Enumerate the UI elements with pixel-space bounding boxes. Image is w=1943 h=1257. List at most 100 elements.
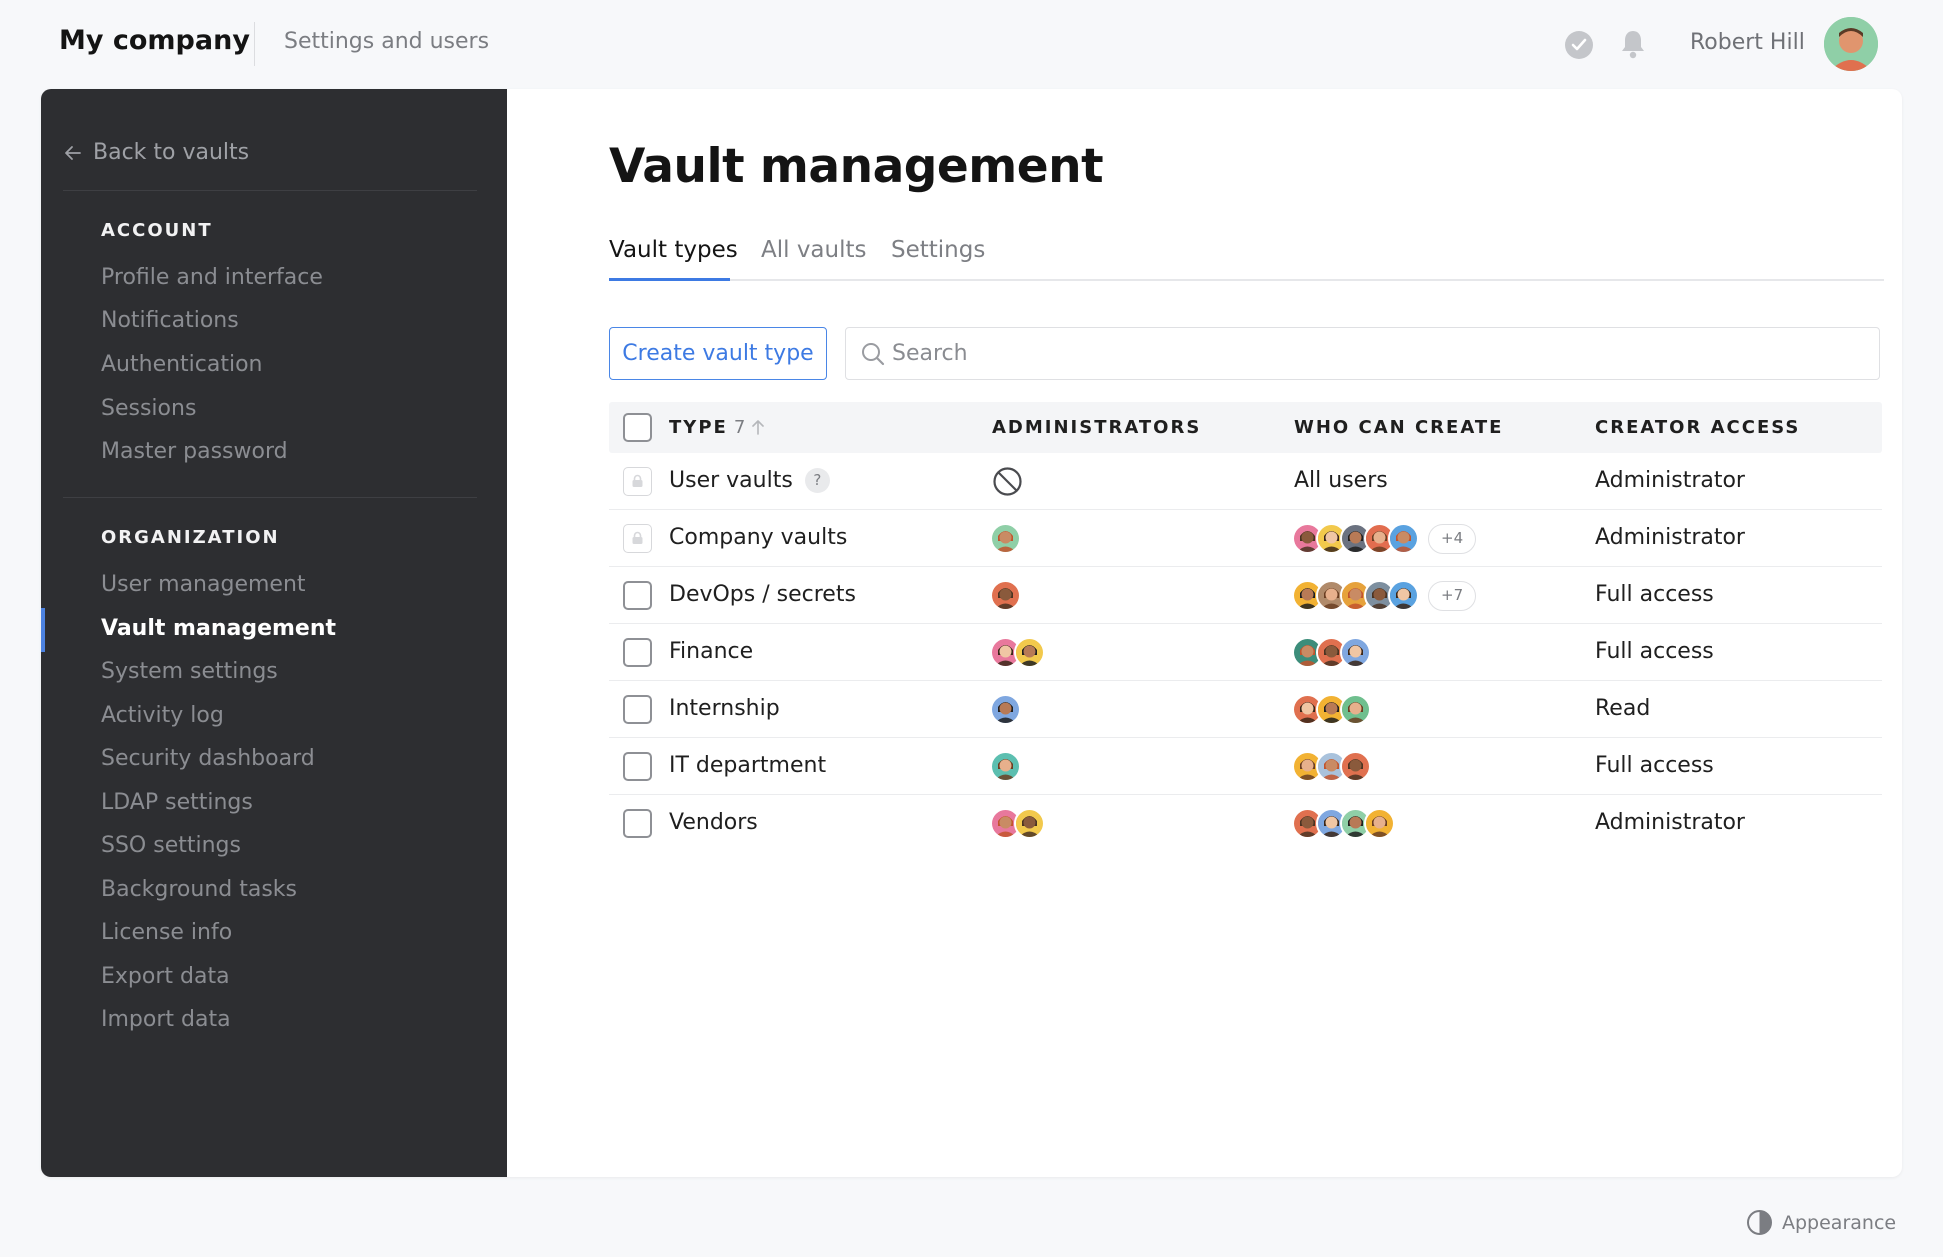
sidebar-item-security-dashboard[interactable]: Security dashboard — [101, 746, 315, 771]
sidebar-item-export-data[interactable]: Export data — [101, 964, 230, 989]
sidebar-item-sessions[interactable]: Sessions — [101, 396, 196, 421]
vault-type-name[interactable]: IT department — [669, 753, 826, 778]
sidebar-item-activity-log[interactable]: Activity log — [101, 703, 224, 728]
tab-vault-types[interactable]: Vault types — [609, 237, 738, 263]
row-checkbox[interactable] — [623, 809, 652, 838]
bell-icon[interactable] — [1619, 28, 1647, 60]
appearance-toggle[interactable]: Appearance — [1746, 1209, 1896, 1236]
creator-access-value: Administrator — [1595, 468, 1745, 493]
sidebar-divider — [63, 497, 477, 498]
admin-avatar[interactable] — [990, 751, 1021, 782]
sidebar-divider — [63, 190, 477, 191]
vault-type-name[interactable]: Company vaults — [669, 525, 847, 550]
back-to-vaults-link[interactable]: Back to vaults — [63, 140, 249, 165]
creators-avatars — [1292, 637, 1371, 668]
admin-avatar[interactable] — [1014, 808, 1045, 839]
creator-access-value: Read — [1595, 696, 1651, 721]
table-row[interactable]: Finance Full access — [609, 624, 1882, 681]
sidebar-item-background-tasks[interactable]: Background tasks — [101, 877, 297, 902]
vault-type-name[interactable]: User vaults? — [669, 468, 830, 493]
create-vault-type-button[interactable]: Create vault type — [609, 327, 827, 380]
creator-avatar[interactable] — [1364, 808, 1395, 839]
vault-type-name[interactable]: Vendors — [669, 810, 758, 835]
active-tab-underline — [609, 278, 730, 281]
checkmark-icon[interactable] — [1565, 31, 1593, 59]
vault-type-label: DevOps / secrets — [669, 582, 856, 607]
column-type-label: TYPE — [669, 417, 728, 438]
creator-access-value: Administrator — [1595, 525, 1745, 550]
row-checkbox[interactable] — [623, 581, 652, 610]
tab-settings[interactable]: Settings — [891, 237, 985, 263]
breadcrumb[interactable]: Settings and users — [284, 29, 489, 54]
table-row[interactable]: Internship Read — [609, 681, 1882, 738]
creator-avatar[interactable] — [1340, 751, 1371, 782]
user-name[interactable]: Robert Hill — [1690, 30, 1805, 55]
column-header-creator-access[interactable]: CREATOR ACCESS — [1595, 417, 1800, 438]
table-row[interactable]: User vaults? All users Administrator — [609, 453, 1882, 510]
sidebar-item-license-info[interactable]: License info — [101, 920, 232, 945]
column-header-type[interactable]: TYPE 7 — [669, 417, 765, 440]
creator-avatar[interactable] — [1340, 694, 1371, 725]
creator-avatar[interactable] — [1340, 637, 1371, 668]
sidebar-item-sso-settings[interactable]: SSO settings — [101, 833, 241, 858]
row-checkbox[interactable] — [623, 752, 652, 781]
search-box — [845, 327, 1880, 380]
sidebar-item-ldap-settings[interactable]: LDAP settings — [101, 790, 253, 815]
active-indicator — [41, 608, 45, 652]
admin-avatar[interactable] — [1014, 637, 1045, 668]
table-row[interactable]: Vendors Administrator — [609, 795, 1882, 852]
administrators-avatars — [990, 808, 1045, 839]
settings-sidebar: Back to vaults ACCOUNT Profile and inter… — [41, 89, 507, 1177]
creator-access-value: Full access — [1595, 753, 1714, 778]
tab-all-vaults[interactable]: All vaults — [761, 237, 867, 263]
sidebar-item-profile[interactable]: Profile and interface — [101, 265, 323, 290]
admin-avatar[interactable] — [990, 523, 1021, 554]
lock-icon — [632, 474, 643, 487]
creator-avatar[interactable] — [1388, 580, 1419, 611]
sort-ascending-icon[interactable] — [751, 419, 765, 440]
table-row[interactable]: Company vaults +4 Administrator — [609, 510, 1882, 567]
column-header-administrators[interactable]: ADMINISTRATORS — [992, 417, 1201, 438]
administrators-avatars — [990, 580, 1021, 611]
sidebar-item-vault-management[interactable]: Vault management — [101, 616, 336, 641]
sidebar-item-authentication[interactable]: Authentication — [101, 352, 263, 377]
vault-type-label: User vaults — [669, 468, 793, 493]
arrow-left-icon — [65, 145, 81, 160]
type-count: 7 — [733, 417, 746, 438]
row-checkbox[interactable] — [623, 638, 652, 667]
lock-icon — [632, 531, 643, 544]
vault-type-name[interactable]: DevOps / secrets — [669, 582, 856, 607]
column-header-who-can-create[interactable]: WHO CAN CREATE — [1294, 417, 1503, 438]
company-name[interactable]: My company — [59, 25, 250, 56]
sidebar-item-notifications[interactable]: Notifications — [101, 308, 239, 333]
admin-avatar[interactable] — [990, 694, 1021, 725]
contrast-icon — [1747, 1210, 1772, 1235]
organization-section-heading: ORGANIZATION — [101, 527, 280, 548]
sidebar-item-master-password[interactable]: Master password — [101, 439, 288, 464]
top-bar: My company Settings and users Robert Hil… — [0, 0, 1943, 88]
creator-avatar[interactable] — [1388, 523, 1419, 554]
main-card: Back to vaults ACCOUNT Profile and inter… — [41, 89, 1902, 1177]
admin-avatar[interactable] — [990, 580, 1021, 611]
table-row[interactable]: IT department Full access — [609, 738, 1882, 795]
administrators-avatars — [990, 637, 1045, 668]
prohibited-icon — [992, 466, 1023, 501]
avatar[interactable] — [1824, 17, 1878, 71]
select-all-checkbox[interactable] — [623, 413, 652, 442]
sidebar-item-user-management[interactable]: User management — [101, 572, 306, 597]
row-checkbox[interactable] — [623, 695, 652, 724]
table-row[interactable]: DevOps / secrets +7 Full access — [609, 567, 1882, 624]
more-creators-badge[interactable]: +7 — [1428, 580, 1477, 611]
vault-type-name[interactable]: Finance — [669, 639, 753, 664]
sidebar-item-system-settings[interactable]: System settings — [101, 659, 278, 684]
appearance-label: Appearance — [1782, 1211, 1897, 1234]
vault-type-name[interactable]: Internship — [669, 696, 780, 721]
search-input[interactable] — [892, 328, 1862, 378]
sidebar-item-import-data[interactable]: Import data — [101, 1007, 231, 1032]
more-creators-badge[interactable]: +4 — [1428, 523, 1477, 554]
account-section-heading: ACCOUNT — [101, 220, 213, 241]
administrators-avatars — [990, 523, 1021, 554]
administrators-avatars — [990, 751, 1021, 782]
creator-access-value: Full access — [1595, 639, 1714, 664]
help-icon[interactable]: ? — [804, 468, 830, 493]
